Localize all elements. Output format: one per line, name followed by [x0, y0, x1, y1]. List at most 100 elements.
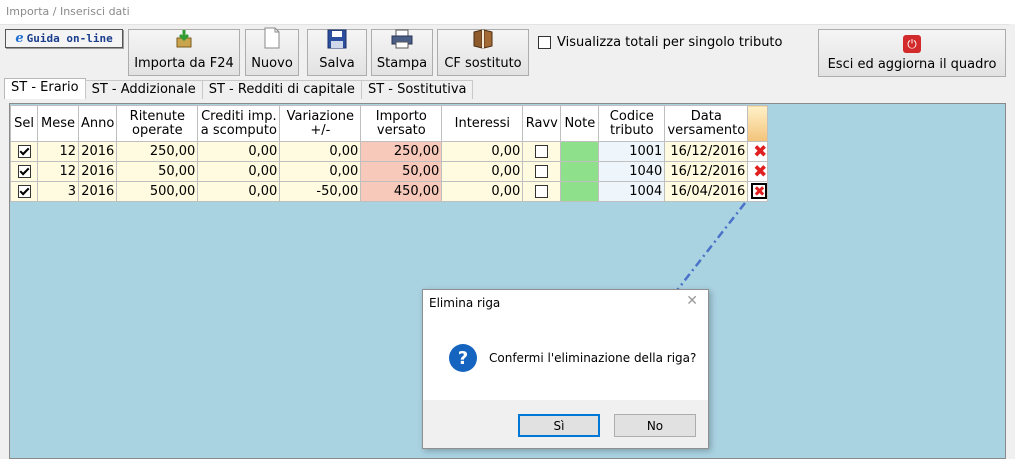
no-button[interactable]: No	[614, 414, 696, 437]
esci-aggiorna-label: Esci ed aggiorna il quadro	[827, 57, 997, 72]
col-data-label-1: Data	[690, 108, 722, 124]
anno-cell[interactable]: 2016	[77, 141, 118, 162]
variazione-cell[interactable]: 0,00	[279, 141, 362, 162]
crediti-cell[interactable]: 0,00	[197, 161, 281, 182]
esci-aggiorna-button[interactable]: ⏻ Esci ed aggiorna il quadro	[818, 29, 1006, 77]
col-variazione[interactable]: Variazione +/-	[279, 105, 362, 142]
data-grid: Sel Mese Anno Ritenute operate Crediti im…	[10, 105, 769, 202]
delete-x-icon[interactable]: ✖	[751, 183, 768, 200]
col-data[interactable]: Data versamento	[664, 105, 749, 142]
col-codice[interactable]: Codice tributo	[598, 105, 666, 142]
book-icon	[472, 29, 494, 53]
close-icon[interactable]: ✕	[686, 293, 698, 309]
col-ritenute-label-1: Ritenute	[129, 108, 185, 124]
sel-cell[interactable]	[10, 181, 38, 202]
ritenute-cell[interactable]: 50,00	[116, 161, 199, 182]
crediti-cell[interactable]: 0,00	[197, 141, 281, 162]
delete-x-icon[interactable]: ✖	[753, 143, 767, 161]
sel-cell[interactable]	[10, 161, 38, 182]
window-title: Importa / Inserisci dati	[6, 5, 130, 18]
cf-sostituto-button[interactable]: CF sostituto	[437, 29, 529, 76]
grid-header-row: Sel Mese Anno Ritenute operate Crediti im…	[10, 105, 769, 142]
guida-online-button[interactable]: e Guida on-line	[5, 29, 123, 48]
mese-cell[interactable]: 12	[37, 141, 79, 162]
col-ritenute[interactable]: Ritenute operate	[116, 105, 199, 142]
col-anno-label: Anno	[81, 115, 115, 131]
delete-cell[interactable]: ✖	[747, 141, 769, 162]
dialog-title: Elimina riga	[429, 296, 501, 310]
tab-st-sostitutiva[interactable]: ST - Sostitutiva	[360, 80, 474, 99]
codice-cell[interactable]: 1001	[598, 141, 666, 162]
variazione-cell[interactable]: 0,00	[279, 161, 362, 182]
stampa-button[interactable]: Stampa	[371, 29, 433, 76]
col-delete	[747, 105, 769, 142]
ravv-checkbox[interactable]	[535, 165, 549, 178]
mese-cell[interactable]: 12	[37, 161, 79, 182]
importo-cell: 450,00	[360, 181, 443, 202]
col-sel[interactable]: Sel	[10, 105, 38, 142]
guida-online-label: Guida on-line	[26, 32, 113, 45]
ravv-cell[interactable]	[522, 141, 562, 162]
salva-button[interactable]: Salva	[307, 29, 367, 76]
salva-label: Salva	[319, 56, 355, 71]
col-note[interactable]: Note	[560, 105, 600, 142]
tab-st-addizionale[interactable]: ST - Addizionale	[84, 80, 203, 99]
col-importo-label-2: versato	[376, 122, 426, 138]
mese-cell[interactable]: 3	[37, 181, 79, 202]
ravv-checkbox[interactable]	[535, 185, 549, 198]
col-ravv[interactable]: Ravv	[522, 105, 562, 142]
tab-st-redditi-capitale[interactable]: ST - Redditi di capitale	[201, 80, 362, 99]
col-anno[interactable]: Anno	[77, 105, 118, 142]
ravv-cell[interactable]	[522, 161, 562, 182]
sel-checkbox[interactable]	[17, 185, 31, 198]
anno-cell[interactable]: 2016	[77, 161, 118, 182]
interessi-cell[interactable]: 0,00	[441, 161, 524, 182]
codice-cell[interactable]: 1004	[598, 181, 666, 202]
col-variazione-label-1: Variazione	[286, 108, 355, 124]
table-row[interactable]: 12 2016 250,00 0,00 0,00 250,00 0,00 100…	[10, 141, 769, 162]
window-frame	[1009, 24, 1015, 459]
sel-cell[interactable]	[10, 141, 38, 162]
col-crediti[interactable]: Crediti imp. a scomputo	[197, 105, 281, 142]
col-sel-label: Sel	[14, 115, 34, 131]
col-codice-label-2: tributo	[610, 122, 654, 138]
ritenute-cell[interactable]: 250,00	[116, 141, 199, 162]
tab-st-erario[interactable]: ST - Erario	[4, 78, 86, 99]
delete-cell[interactable]: ✖	[747, 181, 769, 202]
save-icon	[327, 29, 347, 53]
note-cell[interactable]	[560, 181, 600, 202]
delete-cell[interactable]: ✖	[747, 161, 769, 182]
totali-tributo-box[interactable]	[538, 36, 551, 49]
note-cell[interactable]	[560, 141, 600, 162]
col-importo[interactable]: Importo versato	[360, 105, 443, 142]
si-button[interactable]: Sì	[518, 414, 600, 437]
note-cell[interactable]	[560, 161, 600, 182]
col-note-label: Note	[564, 115, 596, 131]
table-row[interactable]: 3 2016 500,00 0,00 -50,00 450,00 0,00 10…	[10, 181, 769, 202]
data-cell[interactable]: 16/12/2016	[664, 141, 749, 162]
data-cell[interactable]: 16/04/2016	[664, 181, 749, 202]
table-row[interactable]: 12 2016 50,00 0,00 0,00 50,00 0,00 1040 …	[10, 161, 769, 182]
power-icon: ⏻	[903, 35, 921, 53]
delete-x-icon[interactable]: ✖	[753, 163, 767, 181]
ravv-cell[interactable]	[522, 181, 562, 202]
interessi-cell[interactable]: 0,00	[441, 181, 524, 202]
variazione-cell[interactable]: -50,00	[279, 181, 362, 202]
totali-tributo-checkbox[interactable]: Visualizza totali per singolo tributo	[538, 35, 783, 50]
anno-cell[interactable]: 2016	[77, 181, 118, 202]
sel-checkbox[interactable]	[17, 165, 31, 178]
interessi-cell[interactable]: 0,00	[441, 141, 524, 162]
dialog-message: Confermi l'eliminazione della riga?	[489, 351, 697, 365]
sel-checkbox[interactable]	[17, 145, 31, 158]
col-interessi[interactable]: Interessi	[441, 105, 524, 142]
nuovo-button[interactable]: Nuovo	[245, 27, 299, 76]
col-mese[interactable]: Mese	[37, 105, 79, 142]
codice-cell[interactable]: 1040	[598, 161, 666, 182]
data-cell[interactable]: 16/12/2016	[664, 161, 749, 182]
col-crediti-label-1: Crediti imp.	[201, 108, 277, 124]
importa-f24-button[interactable]: Importa da F24	[128, 29, 240, 76]
ritenute-cell[interactable]: 500,00	[116, 181, 199, 202]
ravv-checkbox[interactable]	[535, 145, 549, 158]
crediti-cell[interactable]: 0,00	[197, 181, 281, 202]
totali-tributo-label: Visualizza totali per singolo tributo	[557, 35, 783, 50]
